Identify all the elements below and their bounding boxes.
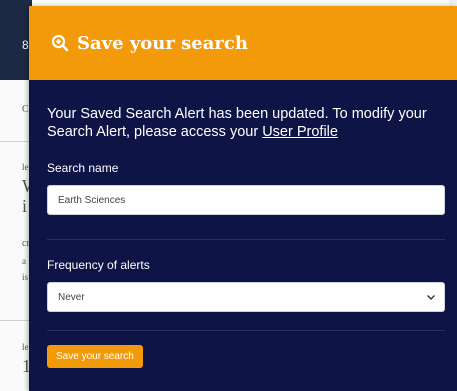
modal-title: Save your search [77,32,248,54]
frequency-selected-value: Never [58,291,85,303]
form-divider [47,330,445,331]
modal-header: Save your search [29,6,457,80]
background-text: C [22,104,29,115]
background-text: le [22,162,29,172]
background-divider [0,141,32,142]
frequency-select[interactable]: Never [47,282,445,312]
frequency-select-box[interactable]: Never [47,282,445,312]
update-message: Your Saved Search Alert has been updated… [47,100,446,141]
search-name-input[interactable] [47,185,445,215]
background-text: is [22,272,29,282]
form-divider [47,239,445,240]
save-search-button[interactable]: Save your search [47,345,143,368]
background-divider [0,320,32,321]
frequency-label: Frequency of alerts [47,258,150,272]
background-text: a [22,256,26,266]
search-name-label: Search name [47,161,119,175]
chevron-down-icon [426,292,436,302]
zoom-in-icon [51,34,69,52]
modal-body: Your Saved Search Alert has been updated… [29,80,457,368]
background-nav-bar: 8 [0,0,32,80]
background-text: le [22,342,29,352]
background-nav-text: 8 [22,38,29,52]
user-profile-link[interactable]: User Profile [262,124,338,140]
update-message-text: Your Saved Search Alert has been updated… [47,106,427,140]
save-search-modal: Save your search Your Saved Search Alert… [29,6,457,391]
background-text: i [22,196,28,216]
